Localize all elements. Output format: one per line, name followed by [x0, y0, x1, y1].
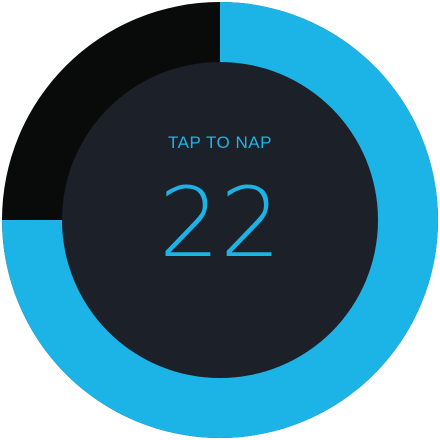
nap-dial[interactable] [0, 0, 440, 440]
dial-face[interactable] [62, 62, 378, 378]
nap-screen: TAP TO NAP 22 [0, 0, 440, 440]
